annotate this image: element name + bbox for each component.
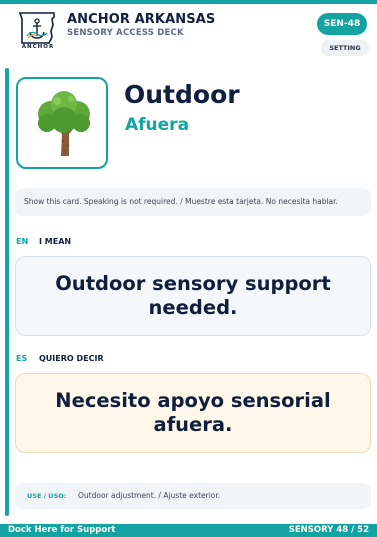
card-title-english: Outdoor (124, 80, 240, 109)
spanish-message-card: Necesito apoyo sensorial afuera. (15, 373, 371, 453)
usage-row: USE / USO: Outdoor adjustment. / Ajuste … (15, 483, 371, 509)
left-accent-rail (5, 68, 9, 516)
footer-bar: Dock Here for Support SENSORY 48 / 52 (0, 524, 377, 537)
top-accent-strip (0, 0, 377, 4)
card-code-badge: SEN-48 (317, 13, 367, 35)
english-section-label: I MEAN (39, 237, 72, 246)
spanish-language-tag: ES (16, 354, 28, 363)
usage-text: Outdoor adjustment. / Ajuste exterior. (78, 491, 221, 500)
english-language-tag: EN (16, 237, 29, 246)
show-card-instruction: Show this card. Speaking is not required… (15, 188, 371, 216)
logo-wordmark: ANCHOR (21, 44, 55, 50)
brand-name: ANCHOR ARKANSAS (67, 12, 216, 27)
deck-position: SENSORY 48 / 52 (288, 525, 369, 535)
tree-icon (38, 91, 90, 156)
dock-support-link[interactable]: Dock Here for Support (8, 524, 115, 537)
card-picture (16, 77, 108, 169)
setting-button[interactable]: SETTING (321, 40, 369, 56)
spanish-section-label: QUIERO DECIR (39, 354, 104, 363)
card-title-spanish: Afuera (125, 115, 190, 135)
usage-label: USE / USO: (27, 492, 67, 500)
arkansas-outline-icon (18, 12, 55, 44)
english-message-card: Outdoor sensory support needed. (15, 256, 371, 336)
brand-subtitle: SENSORY ACCESS DECK (67, 28, 184, 38)
